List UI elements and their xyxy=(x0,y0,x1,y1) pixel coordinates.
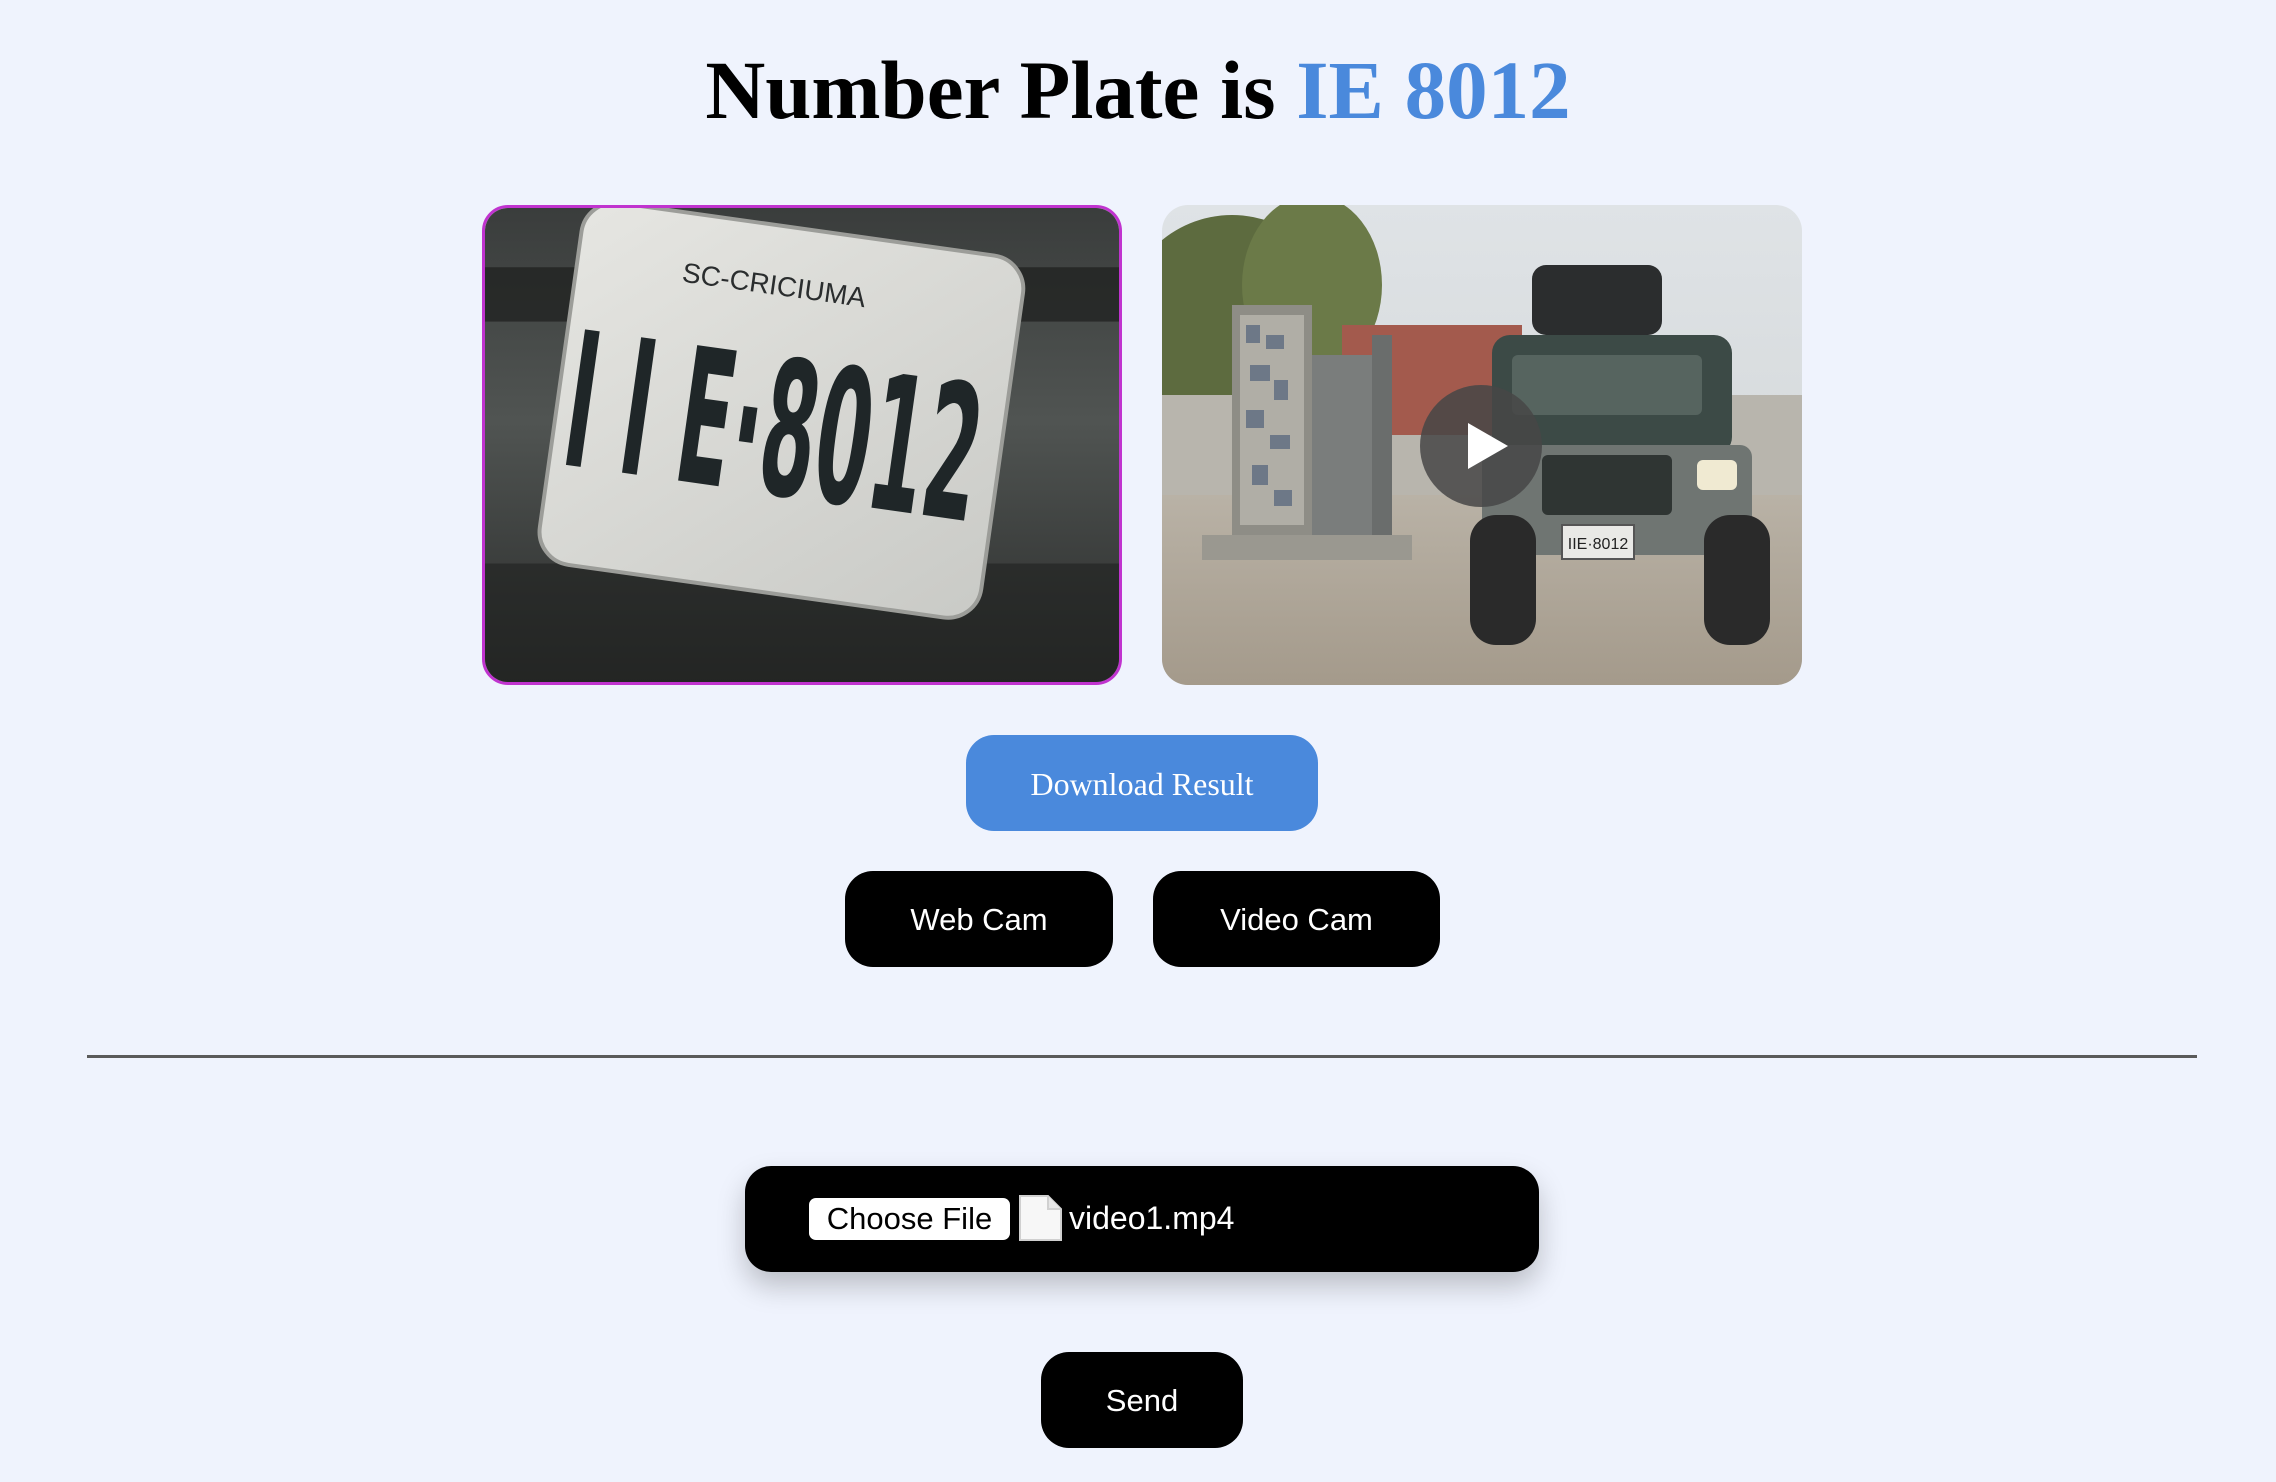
plate-crop-image: SC-CRICIUMA I I E·8012 xyxy=(482,205,1122,685)
file-upload-field[interactable]: Choose File video1.mp4 xyxy=(745,1166,1539,1272)
play-button[interactable] xyxy=(1420,385,1542,507)
web-cam-button[interactable]: Web Cam xyxy=(845,871,1113,967)
send-button[interactable]: Send xyxy=(1041,1352,1243,1448)
page-title: Number Plate is IE 8012 xyxy=(0,40,2276,140)
section-divider xyxy=(87,1055,2197,1058)
media-row: SC-CRICIUMA I I E·8012 IIE·8012 xyxy=(482,205,1802,685)
vehicle-plate-text: IIE·8012 xyxy=(1568,536,1629,553)
video-cam-button[interactable]: Video Cam xyxy=(1153,871,1440,967)
play-icon xyxy=(1468,423,1508,469)
plate-number: IE 8012 xyxy=(1296,44,1571,136)
selected-file-name: video1.mp4 xyxy=(1069,1200,1235,1236)
file-icon xyxy=(1018,1194,1063,1242)
choose-file-button[interactable]: Choose File xyxy=(809,1198,1010,1240)
download-result-button[interactable]: Download Result xyxy=(966,735,1318,831)
title-prefix: Number Plate is xyxy=(705,44,1276,136)
